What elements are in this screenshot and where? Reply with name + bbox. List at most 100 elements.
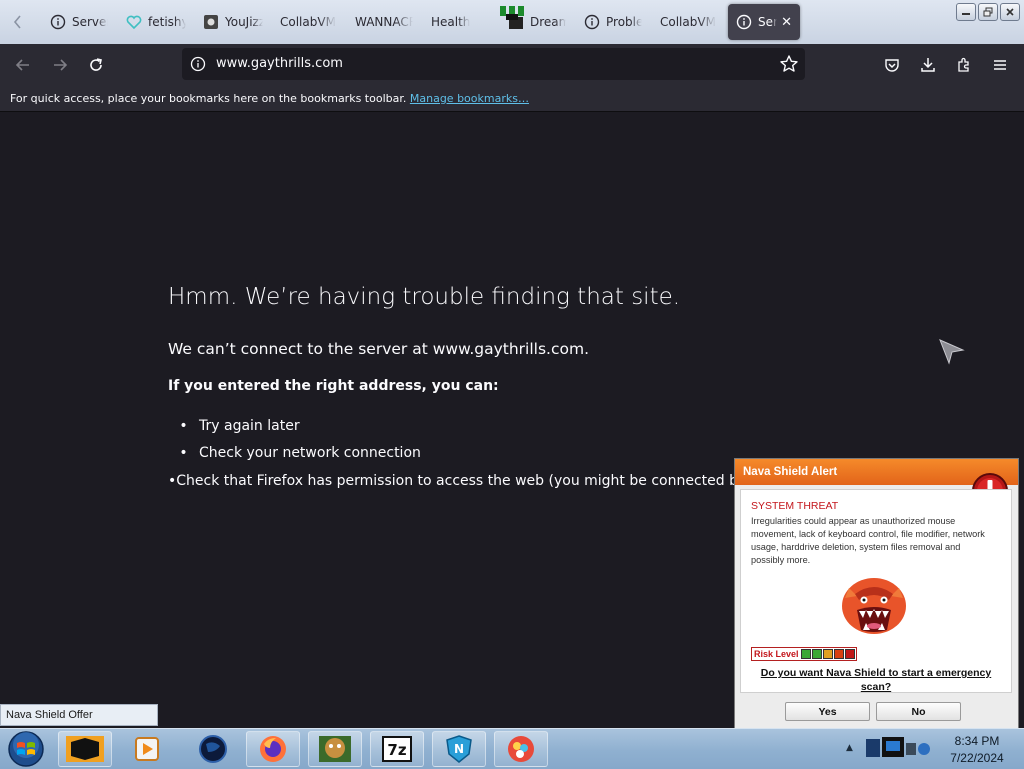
manage-bookmarks-link[interactable]: Manage bookmarks…	[410, 92, 529, 105]
risk-segment	[844, 649, 855, 659]
tab-scroll-left-button[interactable]	[0, 0, 36, 44]
tab-server-not-found-active[interactable]: Server Not Found ✕	[728, 4, 800, 40]
risk-segment	[811, 649, 822, 659]
minimize-button[interactable]	[956, 3, 976, 21]
popcorn-icon	[508, 736, 534, 762]
risk-segment	[800, 649, 811, 659]
error-hint: If you entered the right address, you ca…	[168, 378, 499, 394]
chevron-left-icon	[13, 15, 21, 29]
restore-button[interactable]	[978, 3, 998, 21]
nava-shield-icon: N	[446, 735, 472, 763]
list-item: Check that Firefox has permission to acc…	[168, 467, 738, 495]
risk-segment	[822, 649, 833, 659]
tab-collabvm-2[interactable]: CollabVM	[660, 4, 718, 40]
taskbar-popcorn[interactable]	[494, 731, 548, 767]
back-arrow-icon	[15, 59, 29, 71]
pocket-button[interactable]	[877, 50, 907, 80]
window-controls	[956, 3, 1020, 21]
tab-youjizz[interactable]: YouJizz	[203, 4, 263, 40]
window-decoration-icon	[500, 6, 524, 20]
risk-segment	[833, 649, 844, 659]
taskbar-media-center[interactable]	[58, 731, 112, 767]
address-bar[interactable]: www.gaythrills.com	[182, 48, 805, 80]
clock-time[interactable]: 8:34 PM	[936, 734, 1018, 748]
url-text[interactable]: www.gaythrills.com	[216, 56, 343, 71]
tab-server-not-found[interactable]: Server Not Found	[50, 4, 108, 40]
site-info-icon[interactable]	[190, 56, 206, 72]
forward-button[interactable]	[45, 50, 75, 80]
downloads-button[interactable]	[913, 50, 943, 80]
7zip-icon: 7z	[382, 736, 412, 762]
error-subtitle: We can’t connect to the server at www.ga…	[168, 340, 589, 358]
taskbar-firefox[interactable]	[246, 731, 300, 767]
tab-label: WANNACRY	[355, 15, 413, 29]
list-item: Check your network connection	[168, 440, 738, 468]
forward-arrow-icon	[54, 59, 68, 71]
svg-text:N: N	[454, 742, 464, 756]
minimize-icon	[962, 13, 970, 15]
dialog-body: SYSTEM THREAT Irregularities could appea…	[740, 489, 1012, 693]
heart-icon	[126, 14, 142, 30]
scan-question-link[interactable]: Do you want Nava Shield to start a emerg…	[751, 666, 1001, 694]
yes-button[interactable]: Yes	[785, 702, 870, 721]
hamburger-menu-icon	[994, 60, 1006, 70]
menu-button[interactable]	[985, 50, 1015, 80]
tab-label: Health	[431, 15, 471, 29]
media-center-icon	[66, 736, 104, 762]
taskbar-bonzi-box[interactable]	[308, 731, 362, 767]
download-icon	[921, 58, 935, 72]
globe-icon	[199, 735, 227, 763]
show-hidden-icons-button[interactable]: ▲	[846, 743, 853, 753]
taskbar-media-player[interactable]	[120, 731, 174, 767]
tab-health[interactable]: Health	[431, 4, 489, 40]
site-favicon-icon	[203, 14, 219, 30]
threat-title: SYSTEM THREAT	[751, 500, 839, 512]
info-icon	[50, 14, 66, 30]
reload-button[interactable]	[81, 50, 111, 80]
tab-label: YouJizz	[225, 15, 263, 29]
info-icon	[584, 14, 600, 30]
nava-shield-offer-tooltip[interactable]: Nava Shield Offer	[0, 704, 158, 726]
firefox-icon	[260, 736, 286, 762]
clock-date[interactable]: 7/22/2024	[936, 751, 1018, 765]
tab-wannacry[interactable]: WANNACRY	[355, 4, 413, 40]
close-window-button[interactable]	[1000, 3, 1020, 21]
tab-label: CollabVM	[660, 15, 716, 29]
threat-description: Irregularities could appear as unauthori…	[751, 516, 985, 565]
risk-level-label: Risk Level	[752, 648, 801, 660]
reload-icon	[90, 58, 102, 71]
extensions-button[interactable]	[949, 50, 979, 80]
puzzle-icon	[958, 57, 969, 72]
tab-label: fetishy	[148, 15, 186, 29]
tab-problem[interactable]: Problem	[584, 4, 642, 40]
taskbar-globe[interactable]	[186, 731, 240, 767]
tray-icons[interactable]	[862, 735, 932, 763]
taskbar-7zip[interactable]: 7z	[370, 731, 424, 767]
windows-start-icon	[8, 731, 44, 767]
tab-label: Dream	[530, 15, 566, 29]
system-tray: ▲ 8:34 PM 7/22/2024	[840, 729, 1024, 769]
bookmark-star-icon[interactable]	[779, 54, 799, 74]
back-button[interactable]	[8, 50, 38, 80]
error-title: Hmm. We’re having trouble finding that s…	[168, 284, 681, 310]
tab-fetishy[interactable]: fetishy	[126, 4, 186, 40]
bookmarks-hint: For quick access, place your bookmarks h…	[10, 92, 407, 105]
start-button[interactable]	[4, 730, 48, 768]
close-tab-icon[interactable]: ✕	[781, 15, 792, 30]
red-monster-icon	[842, 578, 906, 634]
tab-collabvm[interactable]: CollabVM	[280, 4, 338, 40]
taskbar-nava-shield[interactable]: N	[432, 731, 486, 767]
tab-label: CollabVM	[280, 15, 336, 29]
list-item: Try again later	[168, 412, 738, 440]
bookmarks-toolbar: For quick access, place your bookmarks h…	[0, 85, 1024, 112]
close-icon	[1006, 8, 1014, 16]
media-player-icon	[135, 737, 159, 761]
tab-label: Server Not Found	[758, 15, 778, 29]
restore-icon	[983, 7, 993, 17]
no-button[interactable]: No	[876, 702, 961, 721]
mouse-cursor-icon	[939, 339, 965, 365]
tab-strip: Server Not Found fetishy YouJizz CollabV…	[0, 0, 1024, 44]
info-icon	[736, 14, 752, 30]
risk-level-meter: Risk Level	[751, 647, 857, 661]
tab-label: Server Not Found	[72, 15, 108, 29]
